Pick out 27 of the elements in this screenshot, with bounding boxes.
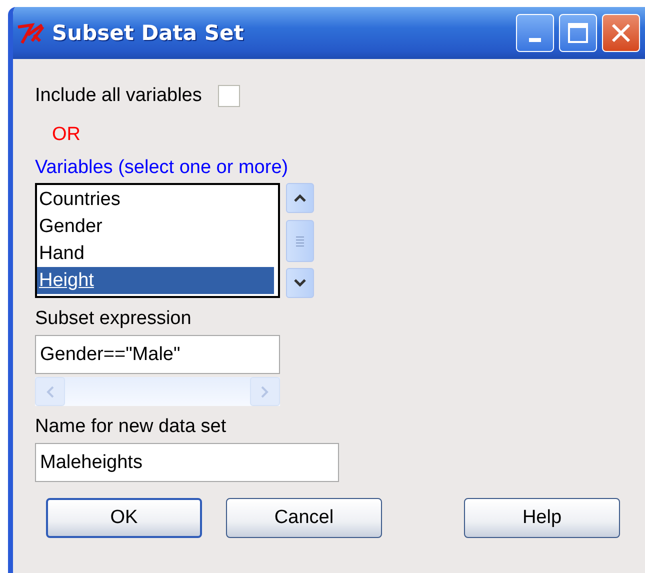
- dialog-button[interactable]: Help: [464, 498, 620, 538]
- variables-label: Variables (select one or more): [35, 157, 290, 179]
- include-all-checkbox[interactable]: [218, 85, 240, 107]
- list-item[interactable]: Height: [37, 267, 274, 294]
- or-label: OR: [52, 124, 80, 146]
- vertical-scrollbar[interactable]: [285, 183, 315, 298]
- window-title: Subset Data Set: [52, 21, 245, 45]
- close-icon: [610, 22, 632, 44]
- dialog-button[interactable]: OK: [46, 498, 202, 538]
- list-item[interactable]: Countries: [37, 186, 274, 213]
- close-button[interactable]: [602, 14, 640, 52]
- list-item[interactable]: Hand: [37, 240, 274, 267]
- maximize-button[interactable]: [559, 14, 597, 52]
- subset-expression-field[interactable]: Gender=="Male": [35, 335, 280, 374]
- tk-feather-icon: [16, 21, 46, 45]
- subset-expression-label: Subset expression: [35, 308, 192, 330]
- include-all-label: Include all variables: [35, 85, 202, 107]
- new-dataset-field[interactable]: Maleheights: [35, 443, 339, 482]
- list-item[interactable]: Gender: [37, 213, 274, 240]
- minimize-icon: [529, 38, 541, 42]
- scroll-thumb[interactable]: [286, 220, 314, 262]
- maximize-icon: [567, 22, 589, 44]
- dialog-button[interactable]: Cancel: [226, 498, 382, 538]
- scroll-up-icon[interactable]: [286, 183, 314, 213]
- new-dataset-label: Name for new data set: [35, 416, 228, 438]
- scroll-down-icon[interactable]: [286, 268, 314, 298]
- minimize-button[interactable]: [516, 14, 554, 52]
